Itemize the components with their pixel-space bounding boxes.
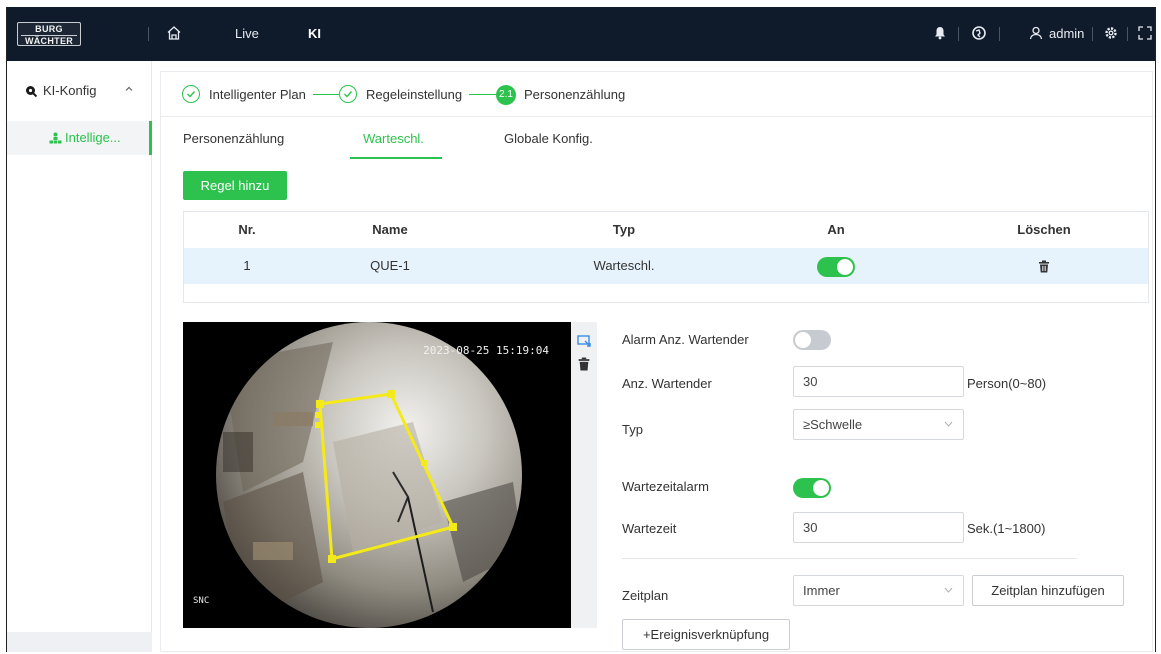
divider <box>958 27 959 41</box>
ai-config-icon <box>26 86 37 97</box>
step-number-badge: 2.1 <box>496 85 516 105</box>
step-personenzaehlung[interactable]: Personenzählung <box>524 87 625 102</box>
tab-globale-konfig[interactable]: Globale Konfig. <box>504 131 593 146</box>
step-done-icon <box>182 85 200 103</box>
chevron-down-icon <box>944 421 953 427</box>
video-timestamp: 2023-08-25 15:19:04 <box>423 344 549 357</box>
column-header-typ: Typ <box>612 222 636 237</box>
sidebar-item-label: Intellige... <box>65 130 121 145</box>
label-type: Typ <box>622 422 643 437</box>
chevron-up-icon[interactable] <box>124 84 134 94</box>
sidebar-item-intelligent[interactable]: Intellige... <box>7 121 152 155</box>
divider <box>148 27 149 41</box>
fisheye-image <box>216 322 522 628</box>
cell-an <box>756 248 916 284</box>
column-header-nr: Nr. <box>238 222 256 237</box>
column-header-an: An <box>827 222 845 237</box>
nav-live[interactable]: Live <box>235 26 259 41</box>
divider <box>999 27 1000 41</box>
trash-icon[interactable] <box>577 357 591 371</box>
label-alarm-waiting: Alarm Anz. Wartender <box>622 332 749 347</box>
home-icon[interactable] <box>166 25 182 41</box>
label-wait-alarm: Wartezeitalarm <box>622 479 709 494</box>
tab-personenzaehlung[interactable]: Personenzählung <box>183 131 284 146</box>
cell-nr: 1 <box>243 258 251 273</box>
main-panel: Intelligenter Plan Regeleinstellung 2.1 … <box>160 71 1154 652</box>
cell-loeschen <box>964 248 1124 284</box>
tab-warteschlange[interactable]: Warteschl. <box>363 131 424 146</box>
draw-region-icon[interactable] <box>577 334 591 348</box>
add-rule-button[interactable]: Regel hinzu <box>183 171 287 200</box>
divider <box>1127 27 1128 41</box>
label-schedule: Zeitplan <box>622 588 669 603</box>
label-waiting-count: Anz. Wartender <box>622 376 712 391</box>
active-tab-indicator <box>350 157 442 159</box>
cell-name: QUE-1 <box>370 258 410 273</box>
rule-enabled-toggle[interactable] <box>817 256 855 277</box>
wizard-steps: Intelligenter Plan Regeleinstellung 2.1 … <box>161 72 1154 117</box>
logo-line1: BURG <box>35 24 63 34</box>
logo-line2: WÄCHTER <box>21 35 77 46</box>
step-done-icon <box>339 85 357 103</box>
bell-icon[interactable] <box>932 25 948 41</box>
cell-typ: Warteschl. <box>593 258 655 273</box>
people-count-icon <box>49 132 62 144</box>
globe-icon[interactable] <box>971 25 987 41</box>
step-connector <box>469 94 496 95</box>
tab-bar: Personenzählung Warteschl. Globale Konfi… <box>161 117 1154 160</box>
event-link-button[interactable]: +Ereignisverknüpfung <box>622 619 790 650</box>
type-select-value: ≥Schwelle <box>803 417 863 432</box>
column-header-loeschen: Löschen <box>1017 222 1071 237</box>
type-select[interactable]: ≥Schwelle <box>793 409 964 440</box>
brand-logo: BURG WÄCHTER <box>17 22 81 46</box>
sidebar: KI-Konfig Intellige... <box>7 61 152 652</box>
user-name[interactable]: admin <box>1049 26 1084 41</box>
divider <box>1092 27 1093 41</box>
schedule-select[interactable]: Immer <box>793 575 964 606</box>
app-window: BURG WÄCHTER Live KI admin KI-Konfig Int… <box>6 7 1156 652</box>
user-icon[interactable] <box>1028 25 1044 41</box>
nav-ki[interactable]: KI <box>308 26 321 41</box>
sidebar-group-ki-konfig[interactable]: KI-Konfig <box>43 83 96 98</box>
video-brand: SNC <box>193 596 210 606</box>
gear-icon[interactable] <box>1103 25 1119 41</box>
table-row[interactable]: 1 QUE-1 Warteschl. <box>184 248 1148 284</box>
step-regeleinstellung[interactable]: Regeleinstellung <box>366 87 462 102</box>
rules-table: Nr. Name Typ An Löschen 1 QUE-1 Wartesch… <box>183 211 1149 303</box>
sidebar-footer <box>7 632 152 652</box>
wait-time-input[interactable]: 30 <box>793 512 964 543</box>
add-schedule-button[interactable]: Zeitplan hinzufügen <box>972 575 1124 606</box>
schedule-select-value: Immer <box>803 583 840 598</box>
alarm-waiting-toggle[interactable] <box>793 330 831 350</box>
wait-time-unit: Sek.(1~1800) <box>967 521 1046 536</box>
trash-icon[interactable] <box>1038 260 1050 273</box>
fullscreen-icon[interactable] <box>1137 25 1153 41</box>
waiting-count-unit: Person(0~80) <box>967 376 1047 391</box>
preview-toolbar <box>571 322 597 628</box>
label-wait-time: Wartezeit <box>622 521 677 536</box>
chevron-down-icon <box>944 587 953 593</box>
step-connector <box>313 94 339 95</box>
camera-preview[interactable]: 2023-08-25 15:19:04 SNC <box>183 322 571 628</box>
form-divider <box>622 558 1077 559</box>
waiting-count-input[interactable]: 30 <box>793 366 964 397</box>
column-header-name: Name <box>372 222 408 237</box>
top-bar: BURG WÄCHTER Live KI admin <box>7 7 1155 61</box>
wait-alarm-toggle[interactable] <box>793 478 831 498</box>
step-intelligenter-plan[interactable]: Intelligenter Plan <box>209 87 306 102</box>
